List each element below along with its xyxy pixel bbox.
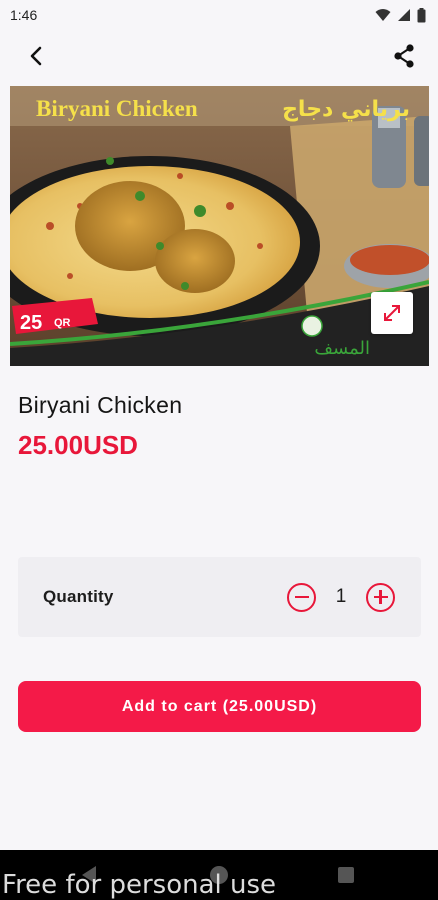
quantity-card: Quantity 1 (18, 557, 421, 637)
status-bar: 1:46 (0, 0, 438, 30)
status-icons (375, 7, 426, 23)
quantity-value: 1 (335, 586, 347, 607)
brand-logo-icon (301, 315, 323, 337)
decrease-quantity-button[interactable] (287, 582, 316, 612)
biryani-illustration: Biryani Chicken برياني دجاج 25 QR المسف (10, 86, 429, 366)
hero-title-ar: برياني دجاج (282, 97, 410, 122)
watermark-text: Free for personal use (2, 870, 277, 900)
wifi-icon (375, 9, 391, 21)
hero-brand: المسف (314, 338, 370, 359)
minus-icon (294, 595, 309, 599)
status-time: 1:46 (10, 7, 38, 23)
back-arrow-icon (30, 46, 42, 66)
expand-image-button[interactable] (371, 292, 413, 334)
product-name: Biryani Chicken (18, 392, 183, 418)
hero-title-en: Biryani Chicken (36, 96, 198, 121)
product-image[interactable]: Biryani Chicken برياني دجاج 25 QR المسف (10, 86, 429, 366)
share-button[interactable] (390, 42, 418, 70)
hero-price-tag: 25 (20, 312, 42, 334)
nav-recent-apps-icon[interactable] (338, 867, 354, 883)
share-icon (394, 44, 414, 68)
cellular-icon (398, 9, 410, 21)
top-app-bar (0, 30, 438, 82)
add-to-cart-button[interactable]: Add to cart (25.00USD) (18, 681, 421, 732)
back-button[interactable] (22, 42, 50, 70)
expand-icon (384, 305, 400, 321)
quantity-stepper: 1 (287, 582, 395, 612)
battery-icon (417, 7, 426, 22)
hero-currency-tag: QR (54, 317, 71, 329)
increase-quantity-button[interactable] (366, 582, 395, 612)
quantity-label: Quantity (43, 587, 114, 606)
product-price: 25.00USD (18, 430, 138, 460)
plus-icon-vertical (379, 590, 382, 604)
